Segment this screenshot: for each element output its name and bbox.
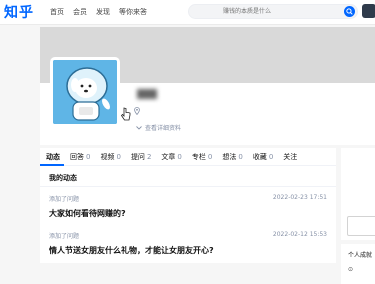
view-details-link[interactable]: 查看详细资料 (136, 123, 181, 132)
search-box (188, 4, 358, 19)
activity-time: 2022-02-12 15:53 (272, 231, 327, 238)
nav-home[interactable]: 首页 (50, 7, 64, 17)
profile-tabs: 动态 回答 0 视频 0 提问 2 文章 0 专栏 0 想法 0 收藏 0 关注 (40, 148, 336, 166)
tab-collections[interactable]: 收藏 0 (247, 148, 277, 166)
nav-discover[interactable]: 发现 (96, 7, 110, 17)
tab-count: 0 (268, 153, 274, 161)
nav-vip[interactable]: 会员 (73, 7, 87, 17)
activity-question-title[interactable]: 情人节送女朋友什么礼物，才能让女朋友开心? (49, 245, 334, 256)
tab-label: 专栏 (191, 153, 206, 161)
tab-following[interactable]: 关注 (277, 148, 301, 166)
search-input[interactable] (189, 5, 339, 18)
dog-astronaut-avatar-image (53, 60, 117, 124)
top-navbar: 知乎 首页 会员 发现 等你来答 (0, 0, 375, 25)
location-icon (134, 107, 140, 115)
tab-label: 动态 (46, 153, 60, 161)
tab-questions[interactable]: 提问 2 (125, 148, 155, 166)
tab-count: 0 (238, 153, 243, 161)
activity-action: 添加了问题 (49, 196, 80, 203)
sidebar-card (341, 148, 375, 240)
main-nav: 首页 会员 发现 等你来答 (50, 7, 147, 17)
achievement-icon: ⊙ (348, 266, 354, 273)
profile-header-card: 查看详细资料 (40, 27, 375, 145)
tab-label: 收藏 (252, 153, 267, 161)
tab-label: 想法 (222, 153, 237, 161)
activity-item: 添加了问题 2022-02-23 17:51 大家如何看待网赚的? (49, 194, 334, 219)
search-button[interactable] (344, 6, 355, 17)
achievement-label: 个人成就 (348, 252, 373, 259)
tab-count: 0 (207, 153, 213, 161)
tab-count: 0 (86, 153, 91, 161)
tab-count: 0 (116, 153, 121, 161)
tab-label: 回答 (70, 153, 84, 161)
tab-count: 2 (146, 153, 152, 161)
divider (40, 186, 336, 187)
search-icon (346, 8, 353, 15)
tab-label: 视频 (100, 153, 115, 161)
username-blurred (137, 89, 157, 99)
profile-avatar[interactable] (50, 57, 120, 127)
chevron-down-icon (136, 125, 142, 130)
section-title: 我的动态 (49, 174, 77, 182)
tab-columns[interactable]: 专栏 0 (186, 148, 216, 166)
activity-question-title[interactable]: 大家如何看待网赚的? (49, 208, 334, 219)
tab-count: 0 (177, 153, 182, 161)
tab-thoughts[interactable]: 想法 0 (216, 148, 246, 166)
tab-label: 关注 (283, 153, 298, 161)
tab-articles[interactable]: 文章 0 (155, 148, 185, 166)
sidebar-button-box[interactable] (347, 216, 375, 236)
tab-videos[interactable]: 视频 0 (94, 148, 124, 166)
activity-time: 2022-02-23 17:51 (272, 194, 327, 201)
zhihu-logo[interactable]: 知乎 (4, 2, 34, 22)
user-avatar[interactable] (362, 4, 375, 18)
tab-label: 提问 (130, 153, 145, 161)
mouse-pointer-icon (120, 107, 131, 121)
profile-content-card: 动态 回答 0 视频 0 提问 2 文章 0 专栏 0 想法 0 收藏 0 关注 我的动态 添… (40, 148, 336, 263)
achievement-card: 个人成就 ⊙ (341, 244, 375, 284)
activity-item: 添加了问题 2022-02-12 15:53 情人节送女朋友什么礼物，才能让女朋… (49, 231, 334, 256)
view-details-label: 查看详细资料 (145, 125, 182, 132)
tab-activity[interactable]: 动态 (40, 148, 64, 166)
tab-answers[interactable]: 回答 0 (64, 148, 94, 166)
activity-action: 添加了问题 (49, 233, 80, 240)
tab-label: 文章 (161, 153, 176, 161)
nav-waiting-answers[interactable]: 等你来答 (119, 7, 147, 17)
